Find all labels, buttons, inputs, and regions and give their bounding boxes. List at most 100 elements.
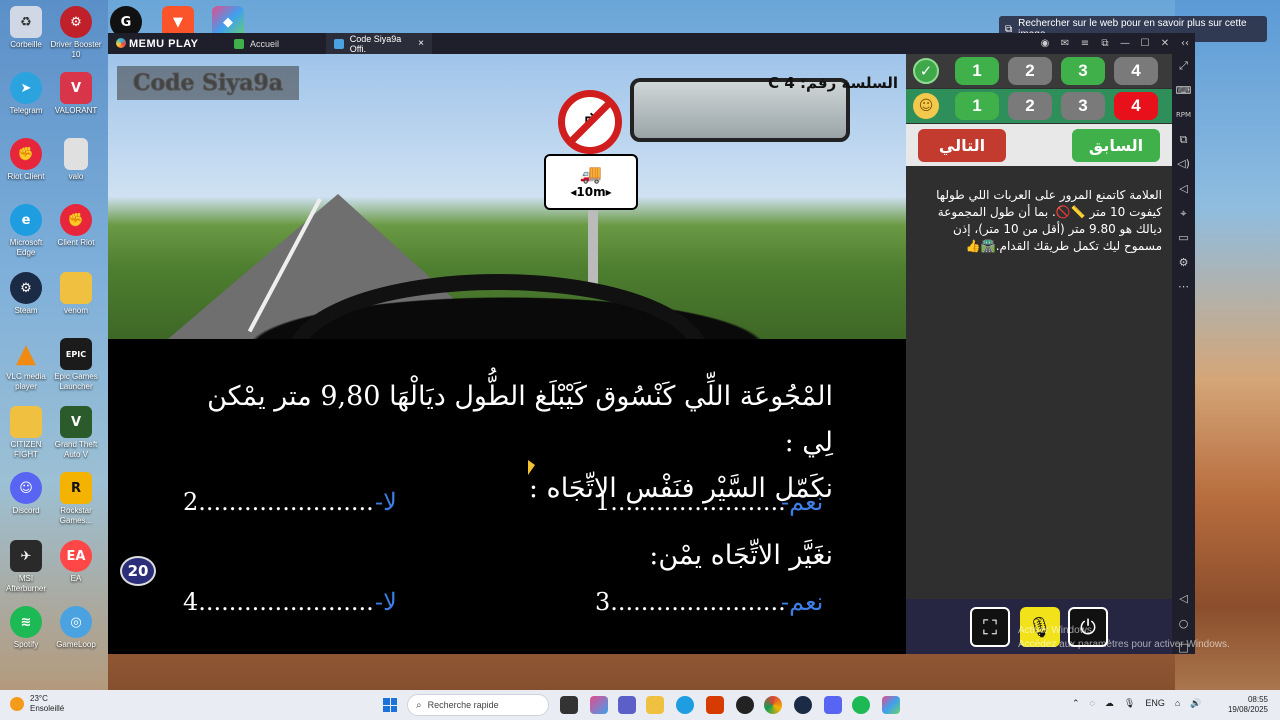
user-answer-4[interactable]: 4 — [1114, 92, 1158, 120]
user-answer-2[interactable]: 2 — [1008, 92, 1052, 120]
memu-window: MEMU PLAY Accueil Code Siya9a Offi. × ◉ … — [108, 33, 1195, 654]
taskbar-app-steam-icon[interactable] — [794, 696, 812, 714]
home-tab-icon — [234, 38, 244, 49]
taskbar-app-memu-icon[interactable] — [882, 696, 900, 714]
multi-window-icon[interactable]: ⧉ — [1095, 38, 1115, 49]
desktop-icon-riot-client[interactable]: ✊ Riot Client — [0, 138, 52, 182]
temperature: 23°C — [30, 694, 48, 703]
desktop-icon-edge[interactable]: e Microsoft Edge — [0, 204, 52, 258]
desktop-icon-telegram[interactable]: ➤ Telegram — [0, 72, 52, 116]
emulator-viewport[interactable]: ↱ 🚚 ◂10m▸ Code Siya9a السلسة رقم: 4 C ال… — [108, 54, 906, 654]
desktop-icon-driver-booster[interactable]: ⚙ Driver Booster 10 — [50, 6, 102, 60]
volume-up-icon[interactable]: ◁) — [1172, 152, 1195, 177]
option-1-dots[interactable]: 1....................... — [595, 488, 786, 516]
gta-icon: V — [60, 406, 92, 438]
tray-cloud-icon[interactable]: ☁ — [1105, 698, 1114, 709]
taskbar-clock[interactable]: 08:55 19/08/2025 — [1226, 695, 1268, 715]
volume-down-icon[interactable]: ◁ — [1172, 177, 1195, 202]
user-answer-3[interactable]: 3 — [1061, 92, 1105, 120]
tab-code-siya9a[interactable]: Code Siya9a Offi. × — [326, 33, 432, 54]
user-answer-1[interactable]: 1 — [955, 92, 999, 120]
option-2-label[interactable]: -لا — [375, 488, 397, 516]
desktop-icon-epic-games[interactable]: EPIC Epic Games Launcher — [50, 338, 102, 392]
tab-accueil[interactable]: Accueil — [226, 33, 326, 54]
option-1-label[interactable]: -نعم — [781, 488, 823, 516]
question-counter: 20 — [120, 556, 156, 586]
tray-app-icon[interactable]: ◌ — [1090, 698, 1095, 709]
taskbar-app-edge-icon[interactable] — [676, 696, 694, 714]
mail-icon[interactable]: ✉ — [1055, 38, 1075, 49]
option-3-label[interactable]: -نعم — [781, 588, 823, 616]
desktop-icon-valorant[interactable]: V VALORANT — [50, 72, 102, 116]
taskbar-app-obs-icon[interactable] — [736, 696, 754, 714]
clock-time: 08:55 — [1247, 695, 1268, 704]
taskbar-app-terminal-icon[interactable] — [560, 696, 578, 714]
collapse-sidebar-icon[interactable]: ‹‹ — [1175, 38, 1195, 49]
correct-answer-1[interactable]: 1 — [955, 57, 999, 85]
taskbar-app-discord-icon[interactable] — [824, 696, 842, 714]
tray-chevron-icon[interactable]: ⌃ — [1072, 698, 1080, 709]
taskbar-app-teams-icon[interactable] — [618, 696, 636, 714]
taskbar-app-explorer-icon[interactable] — [646, 696, 664, 714]
correct-answer-4[interactable]: 4 — [1114, 57, 1158, 85]
taskbar-app-spotify-icon[interactable] — [852, 696, 870, 714]
weather-widget[interactable]: 23°C Ensoleillé — [10, 694, 64, 714]
taskbar-app-copilot-icon[interactable] — [590, 696, 608, 714]
screenshot-button[interactable]: ⛶ — [970, 607, 1010, 647]
discord-icon: ☺ — [10, 472, 42, 504]
tray-mic-icon[interactable]: 🎙 — [1124, 698, 1135, 709]
account-icon[interactable]: ◉ — [1035, 38, 1055, 49]
recycle-bin-icon: ♻ — [10, 6, 42, 38]
taskbar-search[interactable]: ⌕ Recherche rapide — [407, 694, 549, 716]
desktop-icon-msi-afterburner[interactable]: ✈ MSI Afterburner — [0, 540, 52, 594]
location-icon[interactable]: ⌖ — [1172, 202, 1195, 227]
weather-condition: Ensoleillé — [30, 704, 65, 713]
start-button[interactable] — [383, 698, 397, 712]
options-row-2: 4....................... -لا 3..........… — [183, 588, 833, 624]
close-tab-icon[interactable]: × — [418, 38, 424, 49]
desktop-icon-recycle-bin[interactable]: ♻ Corbeille — [0, 6, 52, 50]
sign-slash — [565, 97, 615, 147]
keyboard-icon[interactable]: ⌨ — [1172, 79, 1195, 104]
correct-answer-2[interactable]: 2 — [1008, 57, 1052, 85]
rpm-icon[interactable]: RPM — [1172, 103, 1195, 128]
desktop-icon-valo[interactable]: valo — [50, 138, 102, 182]
fullscreen-icon[interactable]: ⤢ — [1172, 54, 1195, 79]
previous-button[interactable]: السابق — [1072, 129, 1160, 162]
desktop-icon-vlc[interactable]: ▲ VLC media player — [0, 338, 52, 392]
volume-icon[interactable]: 🔊 — [1190, 698, 1201, 709]
desktop-icon-gta-v[interactable]: V Grand Theft Auto V — [50, 406, 102, 460]
driver-booster-icon: ⚙ — [60, 6, 92, 38]
desktop-icon-ea[interactable]: EA EA — [50, 540, 102, 584]
minimize-button[interactable]: — — [1115, 38, 1135, 49]
option-2-dots[interactable]: 2....................... — [183, 488, 374, 516]
desktop-icon-client-riot[interactable]: ✊ Client Riot — [50, 204, 102, 248]
back-icon[interactable]: ◁ — [1172, 592, 1195, 605]
multi-instance-icon[interactable]: ⧉ — [1172, 128, 1195, 153]
desktop-icon-rockstar[interactable]: R Rockstar Games... — [50, 472, 102, 526]
series-number: السلسة رقم: 4 C — [768, 74, 898, 92]
desktop-icon-venom[interactable]: venom — [50, 272, 102, 316]
close-button[interactable]: ✕ — [1155, 38, 1175, 49]
desktop-icon-spotify[interactable]: ≋ Spotify — [0, 606, 52, 650]
settings-icon[interactable]: ⚙ — [1172, 251, 1195, 276]
desktop-icon-citizen-fight[interactable]: CITIZEN FIGHT — [0, 406, 52, 460]
maximize-button[interactable]: ☐ — [1135, 38, 1155, 49]
folder-icon[interactable]: ▭ — [1172, 226, 1195, 251]
network-icon[interactable]: ⌂ — [1175, 698, 1180, 709]
next-button[interactable]: التالي — [918, 129, 1006, 162]
taskbar-app-office-icon[interactable] — [706, 696, 724, 714]
language-indicator[interactable]: ENG — [1145, 698, 1165, 709]
answer-panel: ✓ 1 2 3 4 ☺ 1 2 3 4 التالي السابق العلام… — [906, 54, 1172, 654]
system-tray: ⌃ ◌ ☁ 🎙 ENG ⌂ 🔊 — [1072, 698, 1202, 709]
menu-icon[interactable]: ≡ — [1075, 38, 1095, 49]
desktop-icon-discord[interactable]: ☺ Discord — [0, 472, 52, 516]
option-4-label[interactable]: -لا — [375, 588, 397, 616]
desktop-icon-gameloop[interactable]: ◎ GameLoop — [50, 606, 102, 650]
correct-answer-3[interactable]: 3 — [1061, 57, 1105, 85]
more-icon[interactable]: ⋯ — [1172, 275, 1195, 300]
desktop-icon-steam[interactable]: ⚙ Steam — [0, 272, 52, 316]
option-4-dots[interactable]: 4....................... — [183, 588, 374, 616]
taskbar-app-chrome-icon[interactable] — [764, 696, 782, 714]
option-3-dots[interactable]: 3....................... — [595, 588, 786, 616]
